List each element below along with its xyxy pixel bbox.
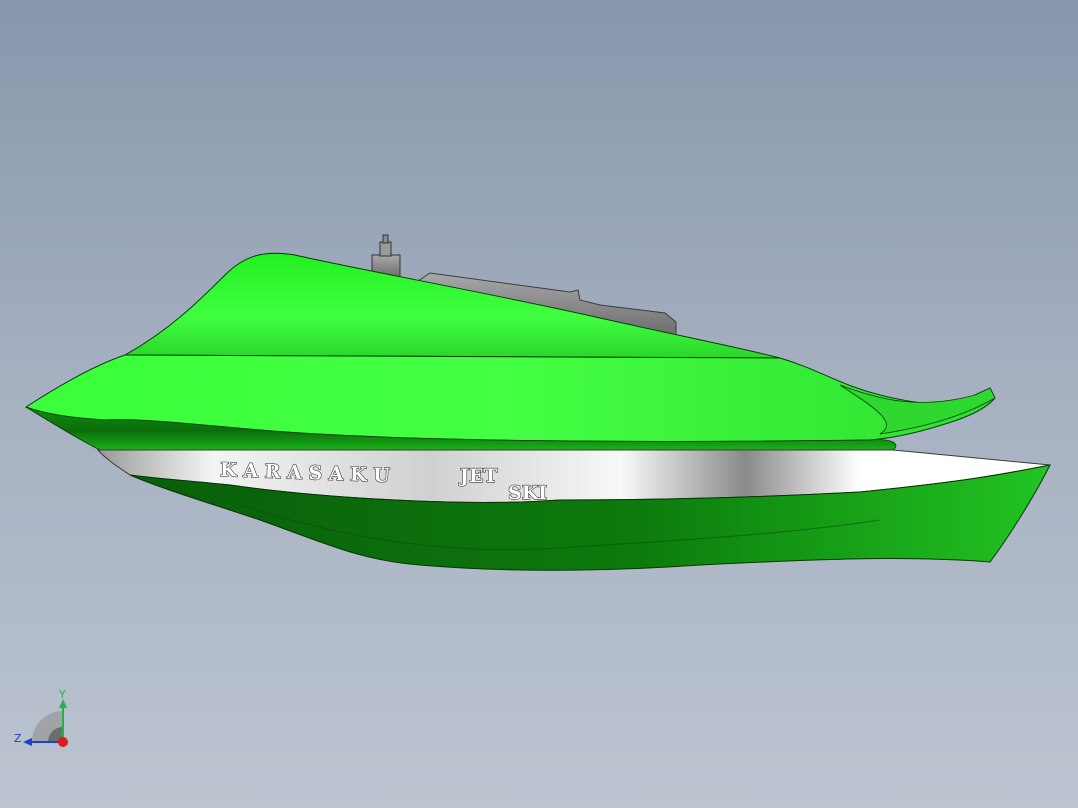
jet-ski-model[interactable]: K A R A S A K U JET SKI <box>0 0 1078 808</box>
orientation-triad[interactable]: Y Z <box>10 684 80 754</box>
hull-model-text-jet: JET <box>458 465 498 487</box>
deck-cowl <box>123 252 781 359</box>
steering-post <box>371 234 401 278</box>
3d-viewport[interactable]: K A R A S A K U JET SKI Y Z <box>0 0 1078 808</box>
x-axis-dot-icon <box>58 737 68 747</box>
y-axis-label: Y <box>58 688 66 701</box>
z-axis-label: Z <box>14 732 22 745</box>
hull-model-text-ski: SKI <box>508 482 547 504</box>
z-axis-arrow-icon <box>23 738 32 746</box>
